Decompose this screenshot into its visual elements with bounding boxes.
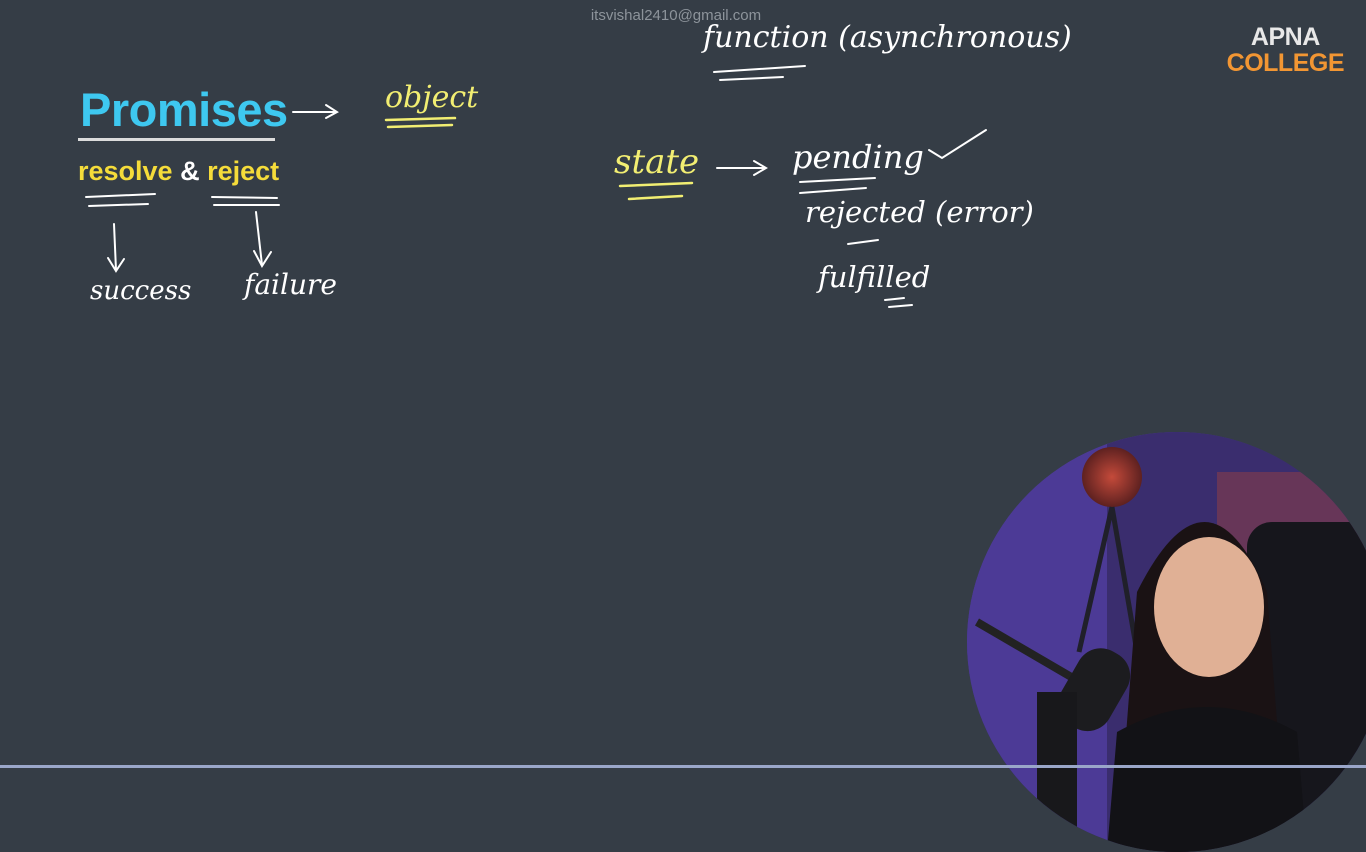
arrow-to-object <box>292 104 339 119</box>
state-underline <box>618 181 694 201</box>
apna-college-logo: APNA COLLEGE <box>1226 23 1345 77</box>
webcam-overlay <box>967 432 1366 852</box>
slide-subtitle: resolve & reject <box>78 156 279 187</box>
down-arrows <box>107 211 272 273</box>
title-underline <box>78 138 275 141</box>
note-success: success <box>90 276 192 306</box>
function-underline <box>713 65 806 81</box>
presenter-video <box>967 432 1366 852</box>
face <box>1154 537 1264 677</box>
note-state: state <box>614 142 700 182</box>
note-function-async: function (asynchronous) <box>703 20 1072 55</box>
note-rejected: rejected (error) <box>805 195 1034 229</box>
email-watermark: itsvishal2410@gmail.com <box>590 7 762 24</box>
note-object: object <box>385 80 479 115</box>
studio-lamp-icon <box>1082 447 1142 507</box>
object-underline <box>384 116 457 129</box>
state-arrow <box>716 160 768 176</box>
slide-title: Promises <box>80 83 288 136</box>
note-pending: pending <box>792 138 924 176</box>
reject-label: reject <box>207 156 280 186</box>
ampersand: & <box>172 156 208 186</box>
logo-line2: COLLEGE <box>1226 49 1345 77</box>
subtitle-underlines <box>85 193 280 207</box>
shirt <box>1107 707 1307 852</box>
resolve-label: resolve <box>78 156 173 186</box>
logo-line1: APNA <box>1250 23 1320 51</box>
note-fulfilled: fulfilled <box>818 260 931 294</box>
note-failure: failure <box>244 268 337 301</box>
